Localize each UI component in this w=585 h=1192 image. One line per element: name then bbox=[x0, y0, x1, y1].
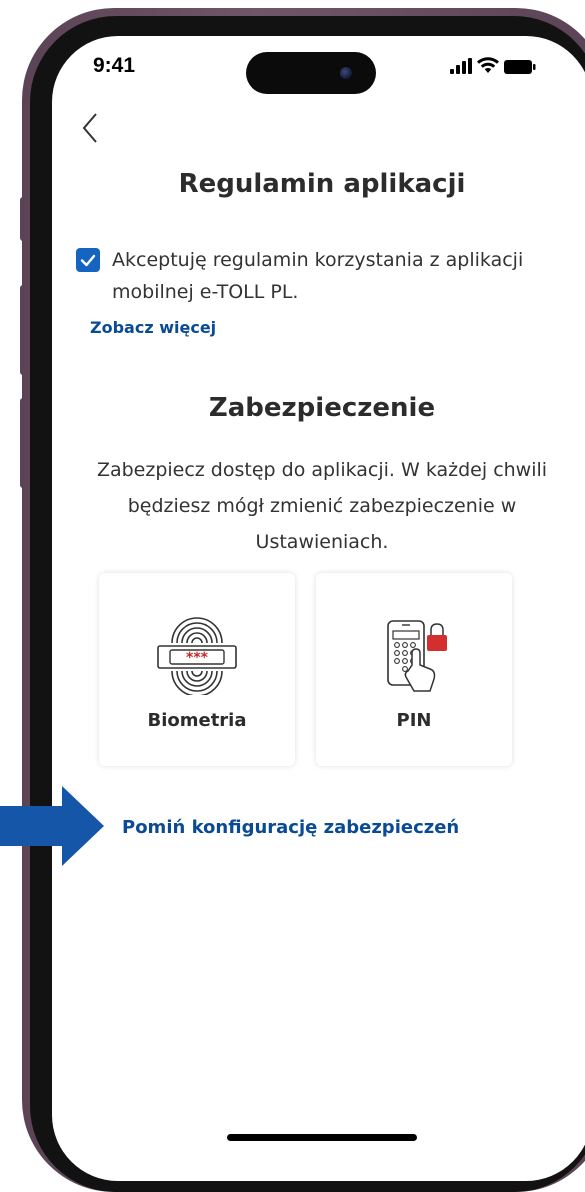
status-time: 9:41 bbox=[93, 54, 136, 77]
terms-checkbox-label: Akceptuję regulamin korzystania z aplika… bbox=[112, 249, 524, 303]
biometria-label: Biometria bbox=[147, 710, 247, 731]
svg-text:***: *** bbox=[186, 650, 209, 666]
wifi-icon bbox=[477, 57, 499, 73]
chevron-left-icon bbox=[82, 113, 97, 143]
pin-label: PIN bbox=[396, 710, 432, 731]
biometria-option-card[interactable]: *** Biometria bbox=[99, 573, 295, 766]
security-title: Zabezpieczenie bbox=[208, 393, 436, 423]
phone-pin-lock-icon bbox=[387, 620, 447, 692]
dynamic-island bbox=[246, 52, 376, 94]
see-more-link[interactable]: Zobacz więcej bbox=[90, 318, 216, 337]
check-icon bbox=[80, 254, 96, 267]
security-description: Zabezpiecz dostęp do aplikacji. W każdej… bbox=[96, 459, 548, 553]
arrow-right-icon bbox=[0, 786, 104, 866]
terms-title: Regulamin aplikacji bbox=[178, 169, 466, 199]
camera-icon bbox=[340, 67, 352, 79]
home-indicator bbox=[227, 1134, 417, 1141]
battery-icon bbox=[504, 60, 536, 74]
terms-checkbox[interactable] bbox=[76, 248, 100, 272]
pin-option-card[interactable]: PIN bbox=[316, 573, 512, 766]
canvas: 9:41 Regulamin aplikacji Akceptuję regul… bbox=[0, 0, 585, 1192]
skip-security-link[interactable]: Pomiń konfigurację zabezpieczeń bbox=[122, 817, 459, 838]
fingerprint-password-icon: *** bbox=[157, 617, 237, 695]
signal-icon bbox=[450, 58, 472, 74]
phone-screen: 9:41 Regulamin aplikacji Akceptuję regul… bbox=[52, 36, 585, 1181]
back-button[interactable] bbox=[76, 108, 106, 148]
